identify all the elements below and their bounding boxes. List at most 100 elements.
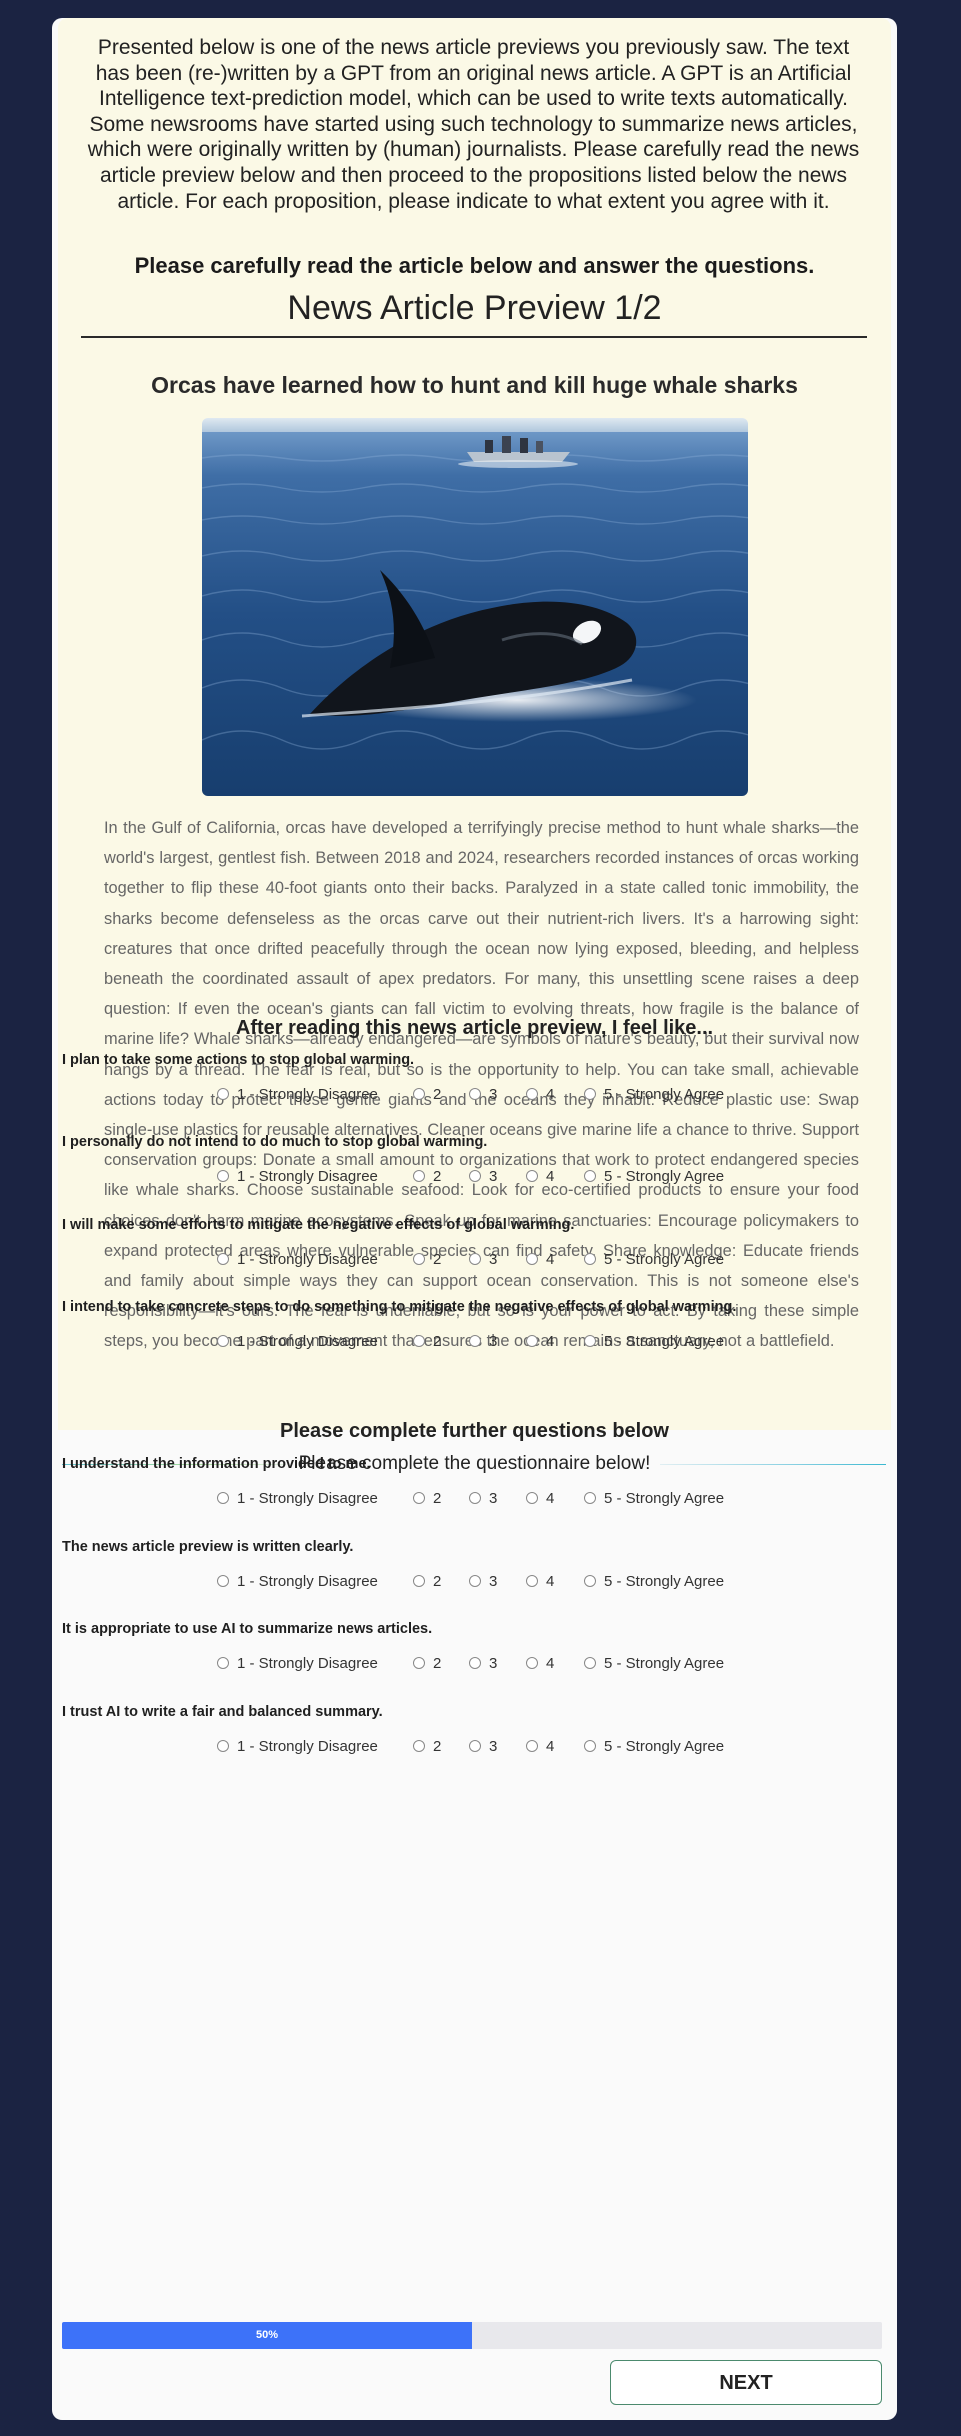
radio-button[interactable]	[526, 1335, 538, 1347]
likert-option-2[interactable]: 2	[413, 1652, 441, 1674]
radio-button[interactable]	[584, 1657, 596, 1669]
likert-option-1[interactable]: 1 - Strongly Disagree	[217, 1487, 378, 1509]
radio-button[interactable]	[584, 1335, 596, 1347]
radio-button[interactable]	[217, 1170, 229, 1182]
radio-button[interactable]	[469, 1088, 481, 1100]
likert-option-label: 4	[546, 1250, 555, 1268]
likert-scale: 1 - Strongly Disagree 2 3 4 5 - Strongly Agr…	[52, 1570, 897, 1592]
likert-option-1[interactable]: 1 - Strongly Disagree	[217, 1570, 378, 1592]
likert-option-3[interactable]: 3	[469, 1570, 497, 1592]
likert-option-2[interactable]: 2	[413, 1330, 441, 1352]
radio-button[interactable]	[413, 1335, 425, 1347]
likert-option-1[interactable]: 1 - Strongly Disagree	[217, 1083, 378, 1105]
likert-option-label: 1 - Strongly Disagree	[237, 1654, 378, 1672]
radio-button[interactable]	[584, 1170, 596, 1182]
radio-button[interactable]	[217, 1492, 229, 1504]
radio-button[interactable]	[526, 1575, 538, 1587]
likert-option-5[interactable]: 5 - Strongly Agree	[584, 1330, 724, 1352]
radio-button[interactable]	[469, 1170, 481, 1182]
likert-option-5[interactable]: 5 - Strongly Agree	[584, 1735, 724, 1757]
radio-button[interactable]	[526, 1492, 538, 1504]
radio-button[interactable]	[526, 1253, 538, 1265]
radio-button[interactable]	[413, 1253, 425, 1265]
radio-button[interactable]	[469, 1575, 481, 1587]
likert-option-3[interactable]: 3	[469, 1652, 497, 1674]
title-divider	[81, 336, 867, 338]
likert-option-5[interactable]: 5 - Strongly Agree	[584, 1165, 724, 1187]
likert-option-4[interactable]: 4	[526, 1487, 554, 1509]
likert-option-label: 5 - Strongly Agree	[604, 1250, 725, 1268]
radio-button[interactable]	[584, 1088, 596, 1100]
radio-button[interactable]	[217, 1335, 229, 1347]
radio-button[interactable]	[584, 1492, 596, 1504]
likert-option-4[interactable]: 4	[526, 1248, 554, 1270]
likert-option-label: 1 - Strongly Disagree	[237, 1737, 378, 1755]
radio-button[interactable]	[584, 1575, 596, 1587]
question-text: I plan to take some actions to stop glob…	[62, 1052, 415, 1068]
likert-option-2[interactable]: 2	[413, 1165, 441, 1187]
likert-option-5[interactable]: 5 - Strongly Agree	[584, 1570, 724, 1592]
radio-button[interactable]	[413, 1657, 425, 1669]
likert-option-4[interactable]: 4	[526, 1083, 554, 1105]
likert-option-2[interactable]: 2	[413, 1487, 441, 1509]
likert-option-label: 2	[433, 1572, 442, 1590]
radio-button[interactable]	[526, 1657, 538, 1669]
likert-option-2[interactable]: 2	[413, 1083, 441, 1105]
likert-option-label: 5 - Strongly Agree	[604, 1332, 725, 1350]
likert-option-4[interactable]: 4	[526, 1330, 554, 1352]
likert-option-4[interactable]: 4	[526, 1570, 554, 1592]
survey-card: Presented below is one of the news artic…	[52, 18, 897, 2420]
likert-option-label: 2	[433, 1489, 442, 1507]
likert-option-4[interactable]: 4	[526, 1165, 554, 1187]
likert-option-3[interactable]: 3	[469, 1487, 497, 1509]
likert-option-1[interactable]: 1 - Strongly Disagree	[217, 1330, 378, 1352]
likert-option-label: 5 - Strongly Agree	[604, 1085, 725, 1103]
radio-button[interactable]	[469, 1335, 481, 1347]
question-text: I understand the information provided to…	[62, 1456, 371, 1472]
likert-option-label: 1 - Strongly Disagree	[237, 1332, 378, 1350]
radio-button[interactable]	[584, 1253, 596, 1265]
radio-button[interactable]	[217, 1740, 229, 1752]
likert-option-1[interactable]: 1 - Strongly Disagree	[217, 1652, 378, 1674]
radio-button[interactable]	[217, 1657, 229, 1669]
likert-option-5[interactable]: 5 - Strongly Agree	[584, 1652, 724, 1674]
radio-button[interactable]	[413, 1492, 425, 1504]
likert-option-2[interactable]: 2	[413, 1248, 441, 1270]
likert-option-label: 3	[489, 1085, 498, 1103]
radio-button[interactable]	[413, 1088, 425, 1100]
likert-option-5[interactable]: 5 - Strongly Agree	[584, 1083, 724, 1105]
radio-button[interactable]	[217, 1088, 229, 1100]
radio-button[interactable]	[469, 1740, 481, 1752]
radio-button[interactable]	[469, 1253, 481, 1265]
radio-button[interactable]	[217, 1253, 229, 1265]
next-button[interactable]: NEXT	[610, 2360, 882, 2405]
radio-button[interactable]	[413, 1575, 425, 1587]
radio-button[interactable]	[217, 1575, 229, 1587]
likert-option-3[interactable]: 3	[469, 1248, 497, 1270]
radio-button[interactable]	[526, 1740, 538, 1752]
likert-option-label: 3	[489, 1332, 498, 1350]
likert-option-3[interactable]: 3	[469, 1165, 497, 1187]
radio-button[interactable]	[526, 1088, 538, 1100]
likert-option-2[interactable]: 2	[413, 1570, 441, 1592]
radio-button[interactable]	[469, 1492, 481, 1504]
likert-option-1[interactable]: 1 - Strongly Disagree	[217, 1735, 378, 1757]
likert-option-1[interactable]: 1 - Strongly Disagree	[217, 1248, 378, 1270]
question-text: I personally do not intend to do much to…	[62, 1134, 488, 1150]
likert-option-3[interactable]: 3	[469, 1735, 497, 1757]
likert-option-5[interactable]: 5 - Strongly Agree	[584, 1487, 724, 1509]
likert-option-3[interactable]: 3	[469, 1083, 497, 1105]
radio-button[interactable]	[413, 1740, 425, 1752]
likert-scale: 1 - Strongly Disagree 2 3 4 5 - Strongly Agr…	[52, 1652, 897, 1674]
likert-option-label: 2	[433, 1654, 442, 1672]
likert-option-1[interactable]: 1 - Strongly Disagree	[217, 1165, 378, 1187]
radio-button[interactable]	[526, 1170, 538, 1182]
likert-option-4[interactable]: 4	[526, 1652, 554, 1674]
radio-button[interactable]	[584, 1740, 596, 1752]
radio-button[interactable]	[413, 1170, 425, 1182]
likert-option-3[interactable]: 3	[469, 1330, 497, 1352]
likert-option-2[interactable]: 2	[413, 1735, 441, 1757]
likert-option-5[interactable]: 5 - Strongly Agree	[584, 1248, 724, 1270]
radio-button[interactable]	[469, 1657, 481, 1669]
likert-option-4[interactable]: 4	[526, 1735, 554, 1757]
